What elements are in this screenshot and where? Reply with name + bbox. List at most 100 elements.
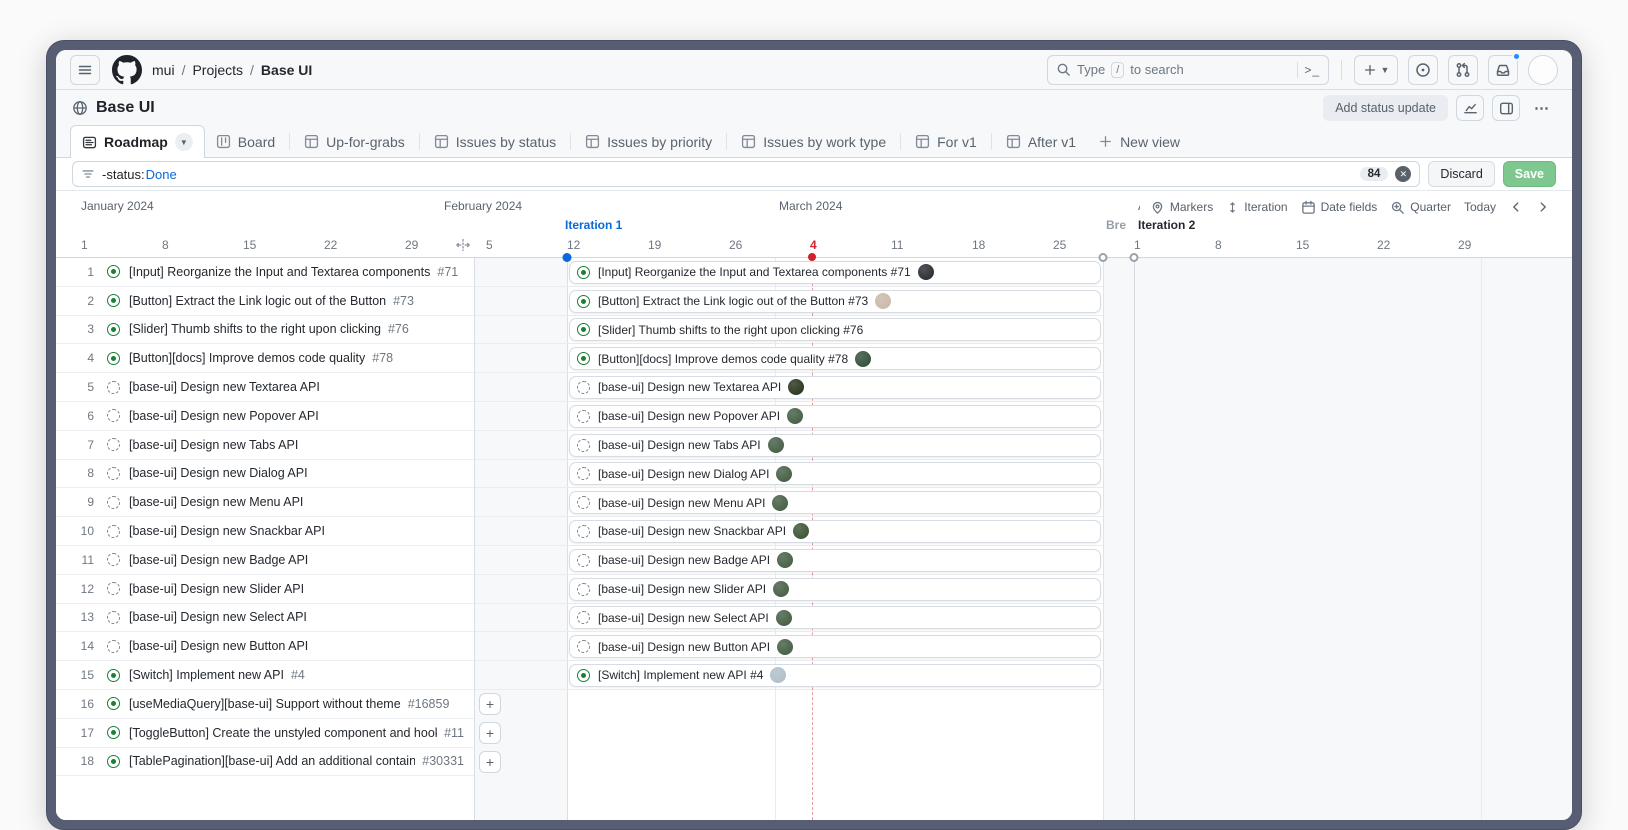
tick-label: 15	[1296, 238, 1309, 252]
month-boundary-may	[1481, 258, 1482, 820]
toolbar-quarter[interactable]: Quarter	[1390, 200, 1451, 215]
list-item[interactable]: 18[TablePagination][base-ui] Add an addi…	[56, 748, 474, 777]
list-item[interactable]: 4[Button][docs] Improve demos code quali…	[56, 344, 474, 373]
project-menu-kebab-button[interactable]: ⋯	[1528, 95, 1556, 121]
add-date-button[interactable]: +	[479, 693, 501, 715]
timeline-row-separator	[475, 516, 1103, 517]
toolbar-today[interactable]: Today	[1464, 200, 1496, 214]
list-item[interactable]: 11[base-ui] Design new Badge API	[56, 546, 474, 575]
draft-issue-icon	[577, 554, 590, 567]
clear-filter-icon[interactable]: ✕	[1395, 166, 1411, 182]
global-search-input[interactable]: Type / to search >_	[1047, 55, 1329, 85]
tick-label: 18	[972, 238, 985, 252]
gantt-bar[interactable]: [Button][docs] Improve demos code qualit…	[569, 347, 1101, 370]
tab-issues-by-priority[interactable]: Issues by priority	[574, 126, 723, 157]
item-title: [Switch] Implement new API	[129, 668, 284, 682]
save-button[interactable]: Save	[1503, 161, 1556, 187]
column-resize-handle[interactable]	[455, 237, 471, 253]
discard-button[interactable]: Discard	[1428, 161, 1494, 187]
tab-menu-caret-icon[interactable]: ▼	[175, 133, 193, 151]
tab-label: Up-for-grabs	[326, 134, 405, 150]
list-item[interactable]: 1[Input] Reorganize the Input and Textar…	[56, 258, 474, 287]
filter-query-input[interactable]: -status:Done 84 ✕	[72, 161, 1420, 187]
chevron-right-icon[interactable]	[1536, 200, 1550, 214]
toolbar-iteration[interactable]: Iteration	[1226, 200, 1287, 214]
chevron-left-icon[interactable]	[1509, 200, 1523, 214]
list-item[interactable]: 17[ToggleButton] Create the unstyled com…	[56, 719, 474, 748]
list-item[interactable]: 3[Slider] Thumb shifts to the right upon…	[56, 316, 474, 345]
gantt-bar[interactable]: [base-ui] Design new Snackbar API	[569, 520, 1101, 543]
gantt-bar[interactable]: [Input] Reorganize the Input and Textare…	[569, 261, 1101, 284]
list-item[interactable]: 7[base-ui] Design new Tabs API	[56, 431, 474, 460]
hamburger-menu-button[interactable]	[70, 55, 100, 85]
issues-button[interactable]	[1408, 55, 1438, 85]
list-item[interactable]: 2[Button] Extract the Link logic out of …	[56, 287, 474, 316]
tab-for-v1[interactable]: For v1	[904, 126, 988, 157]
tab-new-view[interactable]: New view	[1087, 126, 1191, 157]
gantt-bar[interactable]: [base-ui] Design new Dialog API	[569, 462, 1101, 485]
tick-label: 22	[1377, 238, 1390, 252]
add-date-button[interactable]: +	[479, 722, 501, 744]
tab-issues-by-status[interactable]: Issues by status	[423, 126, 567, 157]
gantt-bar[interactable]: [Slider] Thumb shifts to the right upon …	[569, 318, 1101, 341]
tick-label: 22	[324, 238, 337, 252]
gantt-bar[interactable]: [base-ui] Design new Tabs API	[569, 434, 1101, 457]
list-item[interactable]: 14[base-ui] Design new Button API	[56, 632, 474, 661]
gantt-bar[interactable]: [base-ui] Design new Badge API	[569, 549, 1101, 572]
breadcrumb-org[interactable]: mui	[152, 62, 175, 78]
list-item[interactable]: 5[base-ui] Design new Textarea API	[56, 373, 474, 402]
rows-icon	[82, 135, 97, 150]
timeline-row-separator	[475, 574, 1103, 575]
list-item[interactable]: 10[base-ui] Design new Snackbar API	[56, 517, 474, 546]
command-palette-icon[interactable]: >_	[1304, 63, 1320, 77]
gantt-bar[interactable]: [base-ui] Design new Popover API	[569, 405, 1101, 428]
assignee-avatar	[855, 351, 871, 367]
gantt-bar[interactable]: [base-ui] Design new Button API	[569, 635, 1101, 658]
list-item[interactable]: 9[base-ui] Design new Menu API	[56, 488, 474, 517]
gantt-bar[interactable]: [base-ui] Design new Slider API	[569, 578, 1101, 601]
list-item[interactable]: 15[Switch] Implement new API#4	[56, 661, 474, 690]
list-item[interactable]: 13[base-ui] Design new Select API	[56, 604, 474, 633]
gantt-bar[interactable]: [Switch] Implement new API #4	[569, 664, 1101, 687]
gantt-bar[interactable]: [base-ui] Design new Menu API	[569, 491, 1101, 514]
item-title: [base-ui] Design new Tabs API	[129, 438, 298, 452]
list-item[interactable]: 16[useMediaQuery][base-ui] Support witho…	[56, 690, 474, 719]
item-title: [base-ui] Design new Popover API	[129, 409, 319, 423]
tab-issues-by-work-type[interactable]: Issues by work type	[730, 126, 897, 157]
filter-row: -status:Done 84 ✕ Discard Save	[56, 158, 1572, 191]
open-issue-icon	[107, 726, 120, 739]
create-new-button[interactable]: ▼	[1354, 55, 1398, 85]
iteration-1-end-marker[interactable]	[1099, 253, 1108, 262]
breadcrumb-separator: /	[182, 62, 186, 78]
tab-roadmap[interactable]: Roadmap▼	[70, 125, 205, 158]
list-item[interactable]: 8[base-ui] Design new Dialog API	[56, 460, 474, 489]
toolbar-date-fields[interactable]: Date fields	[1301, 200, 1378, 215]
gantt-bar[interactable]: [base-ui] Design new Textarea API	[569, 376, 1101, 399]
toolbar-markers[interactable]: Markers	[1150, 200, 1213, 215]
calendar-icon	[1301, 200, 1316, 215]
tab-up-for-grabs[interactable]: Up-for-grabs	[293, 126, 416, 157]
tab-after-v1[interactable]: After v1	[995, 126, 1087, 157]
iteration-1-end-line	[1103, 258, 1104, 820]
add-status-update-button[interactable]: Add status update	[1323, 95, 1448, 121]
iteration-2-start-marker[interactable]	[1130, 253, 1139, 262]
assignee-avatar	[777, 552, 793, 568]
add-date-button[interactable]: +	[479, 751, 501, 773]
insights-button[interactable]	[1456, 95, 1484, 121]
iteration-1-start-marker[interactable]	[563, 253, 572, 262]
iteration-2-start-line	[1134, 258, 1135, 820]
list-item[interactable]: 12[base-ui] Design new Slider API	[56, 575, 474, 604]
user-avatar[interactable]	[1528, 55, 1558, 85]
breadcrumb-projects[interactable]: Projects	[192, 62, 243, 78]
github-logo-icon[interactable]	[112, 55, 142, 85]
issue-number: #16859	[408, 697, 450, 711]
tab-board[interactable]: Board	[205, 126, 286, 157]
gantt-bar[interactable]: [base-ui] Design new Select API	[569, 606, 1101, 629]
list-item[interactable]: 6[base-ui] Design new Popover API	[56, 402, 474, 431]
pull-requests-button[interactable]	[1448, 55, 1478, 85]
item-title: [base-ui] Design new Snackbar API	[129, 524, 325, 538]
side-panel-button[interactable]	[1492, 95, 1520, 121]
board-icon	[216, 134, 231, 149]
gantt-bar-title: [base-ui] Design new Badge API	[598, 553, 770, 567]
gantt-bar[interactable]: [Button] Extract the Link logic out of t…	[569, 290, 1101, 313]
